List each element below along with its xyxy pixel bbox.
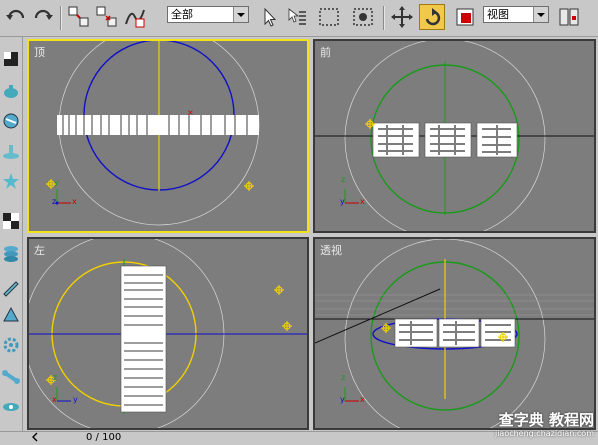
reference-coordinate-dropdown[interactable]: 视图 [483,6,549,23]
box-icon[interactable] [1,49,21,69]
watermark-url: jiaocheng.chazidian.com [494,429,594,438]
window-crossing-icon[interactable] [350,4,376,30]
sphere-icon[interactable] [1,111,21,131]
reference-coordinate-value: 视图 [487,8,509,21]
site-watermark: 查字典 教程网 jiaocheng.chazidian.com [466,409,594,439]
pen-icon[interactable] [1,277,21,297]
selection-filter-value: 全部 [171,8,193,21]
viewport-label-left: 左 [34,244,45,257]
star-icon[interactable] [1,171,21,191]
svg-text:×: × [187,108,194,117]
checker-icon[interactable] [1,211,21,231]
select-and-move-icon[interactable] [389,4,415,30]
axis-x-label: x [360,395,365,404]
viewport-front[interactable]: 前 z x y [313,39,596,233]
axis-x-label: x [72,197,77,206]
layers-icon[interactable] [1,243,21,263]
unlink-selection-icon[interactable] [94,4,120,30]
axis-y-label: y [73,395,78,404]
toolbar-separator [383,6,385,30]
axis-z-label: z [52,197,57,206]
chevron-left-icon[interactable] [30,432,41,442]
link-icon[interactable] [1,397,21,417]
use-pivot-center-icon[interactable] [556,4,582,30]
axis-y-label: y [340,197,345,206]
viewport-perspective[interactable]: 透视 z x y [313,237,596,430]
frame-counter: 0 / 100 [86,432,122,443]
select-by-name-icon[interactable] [284,4,310,30]
axis-x-label: x [52,395,57,404]
teapot-icon[interactable] [1,81,21,101]
bone-icon[interactable] [1,367,21,387]
slice-icon[interactable] [1,305,21,325]
select-and-rotate-icon[interactable] [419,4,445,30]
torus-icon[interactable] [1,141,21,161]
viewport-left[interactable]: 左 z y x [27,237,309,430]
toolbar-separator [60,6,62,30]
viewport-label-front: 前 [320,46,331,59]
axis-x-label: x [360,197,365,206]
rectangular-selection-icon[interactable] [316,4,342,30]
main-toolbar: 全部 视图 [0,0,598,37]
axis-y-label: y [54,178,59,187]
redo-icon[interactable] [30,4,56,30]
chevron-down-icon [533,7,548,22]
viewport-top[interactable]: × 顶 y x z [27,39,309,233]
select-object-icon[interactable] [256,4,282,30]
axis-z-label: z [341,373,346,382]
viewport-label-perspective: 透视 [320,244,342,257]
viewport-label-top: 顶 [34,46,45,59]
axis-z-label: z [341,175,346,184]
undo-icon[interactable] [3,4,29,30]
axis-z-label: z [53,373,58,382]
chevron-down-icon [233,7,248,22]
axis-y-label: y [340,395,345,404]
left-tool-bar [0,37,23,431]
select-and-link-icon[interactable] [66,4,92,30]
select-and-scale-icon[interactable] [452,4,478,30]
selection-filter-dropdown[interactable]: 全部 [167,6,249,23]
watermark-title: 查字典 教程网 [498,411,594,429]
gear-icon[interactable] [1,335,21,355]
bind-to-space-warp-icon[interactable] [122,4,148,30]
